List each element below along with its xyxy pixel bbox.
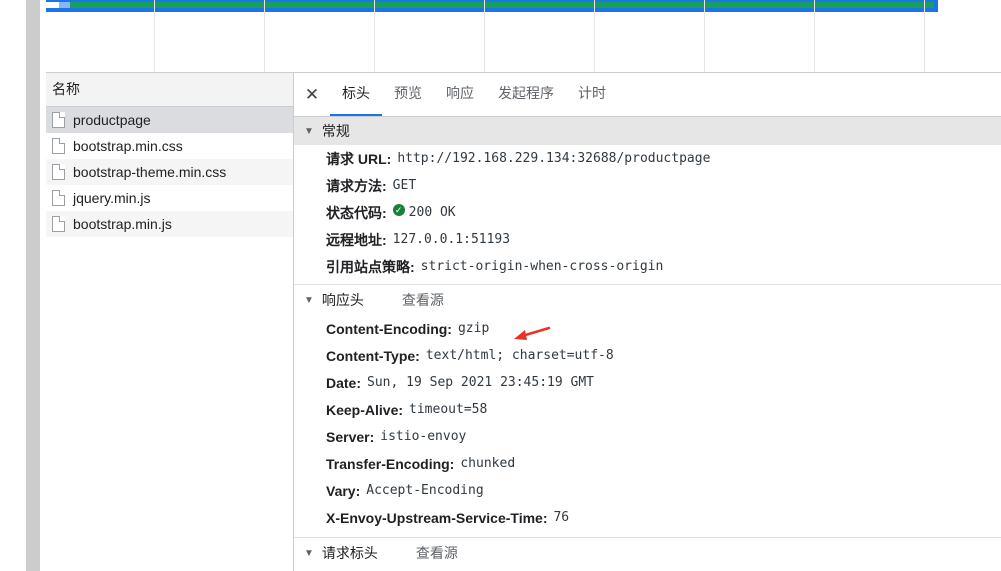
document-icon [52, 164, 65, 180]
request-name-panel: 名称 productpage bootstrap.min.css bootstr… [46, 73, 294, 571]
row-key: 请求方法: [326, 177, 387, 194]
row-value: 127.0.0.1:51193 [392, 232, 511, 247]
grid-line [594, 0, 595, 72]
detail-tabbar: ✕ 标头 预览 响应 发起程序 计时 [294, 73, 1001, 117]
document-icon [52, 112, 65, 128]
response-header-row: Vary: Accept-Encoding [294, 477, 1001, 504]
close-icon[interactable]: ✕ [294, 85, 330, 105]
general-section-header[interactable]: ▼ 常规 [294, 117, 1001, 145]
general-row-request-method: 请求方法: GET [294, 172, 1001, 199]
row-value: istio-envoy [380, 429, 467, 444]
row-key: 请求 URL: [326, 150, 392, 167]
request-name: bootstrap.min.css [73, 138, 183, 154]
overview-timeline-bar [46, 0, 938, 12]
request-detail-panel: ✕ 标头 预览 响应 发起程序 计时 ▼ 常规 请求 URL: http://1… [294, 73, 1001, 571]
general-row-remote-address: 远程地址: 127.0.0.1:51193 [294, 226, 1001, 253]
row-key: X-Envoy-Upstream-Service-Time: [326, 509, 548, 526]
row-key: Transfer-Encoding: [326, 455, 455, 472]
tab-timing[interactable]: 计时 [566, 73, 618, 116]
document-icon [52, 138, 65, 154]
row-key: Keep-Alive: [326, 401, 404, 418]
request-item-productpage[interactable]: productpage [46, 107, 293, 133]
general-row-request-url: 请求 URL: http://192.168.229.134:32688/pro… [294, 145, 1001, 172]
response-header-row: Transfer-Encoding: chunked [294, 450, 1001, 477]
scrollbar-track[interactable] [26, 0, 40, 571]
tab-response[interactable]: 响应 [434, 73, 486, 116]
timeline-segment-queue [46, 2, 59, 8]
row-key: 引用站点策略: [326, 258, 415, 275]
request-headers-section-header[interactable]: ▼ 请求标头 查看源 [294, 538, 1001, 568]
section-title: 常规 [321, 123, 350, 139]
response-header-row: Content-Type: text/html; charset=utf-8 [294, 342, 1001, 369]
grid-line [924, 0, 925, 72]
row-key: 远程地址: [326, 231, 387, 248]
section-title: 响应头 [321, 292, 364, 308]
row-value: strict-origin-when-cross-origin [420, 259, 664, 274]
row-key: Vary: [326, 482, 361, 499]
response-header-row: Date: Sun, 19 Sep 2021 23:45:19 GMT [294, 369, 1001, 396]
row-key: Date: [326, 374, 362, 391]
waterfall-overview[interactable] [46, 0, 1001, 73]
row-value: gzip [457, 321, 490, 336]
view-source-link[interactable]: 查看源 [402, 290, 444, 310]
timeline-segment-download [70, 2, 934, 8]
row-value: GET [392, 178, 417, 193]
left-gutter [0, 0, 46, 571]
row-value: timeout=58 [409, 402, 488, 417]
tab-headers[interactable]: 标头 [330, 73, 382, 116]
row-value: Accept-Encoding [366, 483, 484, 498]
response-header-row: Keep-Alive: timeout=58 [294, 396, 1001, 423]
document-icon [52, 190, 65, 206]
request-list: productpage bootstrap.min.css bootstrap-… [46, 107, 293, 237]
row-key: Content-Encoding: [326, 320, 452, 337]
row-key: 状态代码: [326, 204, 387, 221]
general-row-referrer-policy: 引用站点策略: strict-origin-when-cross-origin [294, 253, 1001, 280]
document-icon [52, 216, 65, 232]
request-item-bootstrap-js[interactable]: bootstrap.min.js [46, 211, 293, 237]
response-headers-section-header[interactable]: ▼ 响应头 查看源 [294, 285, 1001, 315]
section-title: 请求标头 [321, 545, 378, 561]
request-name: bootstrap-theme.min.css [73, 164, 227, 180]
red-arrow-icon [514, 326, 551, 340]
request-name: jquery.min.js [73, 190, 151, 206]
response-header-row: Server: istio-envoy [294, 423, 1001, 450]
triangle-down-icon: ▼ [304, 547, 314, 559]
grid-line [154, 0, 155, 72]
row-value: chunked [460, 456, 516, 471]
row-key: Content-Type: [326, 347, 420, 364]
view-source-link[interactable]: 查看源 [416, 543, 458, 563]
name-column-header[interactable]: 名称 [46, 73, 293, 107]
tab-initiator[interactable]: 发起程序 [486, 73, 566, 116]
tab-preview[interactable]: 预览 [382, 73, 434, 116]
grid-line [374, 0, 375, 72]
timeline-segment-waiting [59, 2, 70, 8]
row-value: Sun, 19 Sep 2021 23:45:19 GMT [367, 375, 594, 390]
general-row-status-code: 状态代码: ✓ 200 OK [294, 199, 1001, 226]
grid-line [264, 0, 265, 72]
check-circle-icon: ✓ [392, 203, 405, 216]
grid-line [704, 0, 705, 72]
request-item-bootstrap-theme-css[interactable]: bootstrap-theme.min.css [46, 159, 293, 185]
request-name: bootstrap.min.js [73, 216, 172, 232]
row-value: 200 OK [408, 205, 456, 220]
triangle-down-icon: ▼ [304, 294, 314, 306]
grid-line [484, 0, 485, 72]
row-value: text/html; charset=utf-8 [425, 348, 614, 363]
request-name: productpage [73, 112, 151, 128]
response-header-row: X-Envoy-Upstream-Service-Time: 76 [294, 504, 1001, 531]
triangle-down-icon: ▼ [304, 125, 314, 137]
request-item-bootstrap-css[interactable]: bootstrap.min.css [46, 133, 293, 159]
request-item-jquery-js[interactable]: jquery.min.js [46, 185, 293, 211]
response-header-row: Content-Encoding: gzip [294, 315, 1001, 342]
grid-line [814, 0, 815, 72]
row-value: http://192.168.229.134:32688/productpage [397, 151, 711, 166]
row-value: 76 [553, 510, 570, 525]
row-key: Server: [326, 428, 375, 445]
